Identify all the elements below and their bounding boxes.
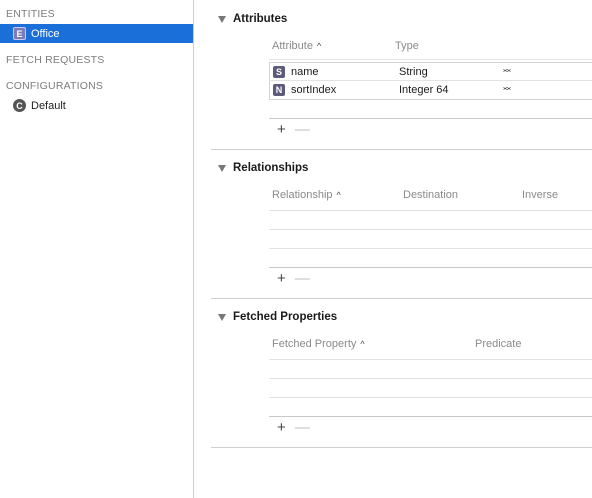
up-down-chevron-icon[interactable]: ︿ ﹀ — [503, 65, 511, 78]
add-relationship-button[interactable]: + — [277, 270, 286, 287]
section-divider — [211, 298, 592, 299]
sidebar-item-default[interactable]: C Default — [0, 96, 193, 115]
fetch-requests-header: FETCH REQUESTS — [6, 54, 105, 66]
fetched-properties-title: Fetched Properties — [233, 311, 338, 323]
attribute-name[interactable]: name — [291, 66, 319, 78]
destination-column-header[interactable]: Destination — [403, 189, 458, 201]
relationship-column-label: Relationship — [272, 189, 333, 201]
table-row[interactable]: N sortIndex Integer 64 ︿ ﹀ — [269, 81, 592, 99]
section-divider — [211, 149, 592, 150]
fetched-property-add-remove: + — — [277, 419, 310, 436]
attribute-column-label: Attribute — [272, 40, 313, 52]
header-divider — [269, 359, 592, 360]
remove-attribute-button[interactable]: — — [295, 121, 310, 138]
relationship-add-remove: + — — [277, 270, 310, 287]
row-divider — [269, 248, 592, 249]
inverse-column-header[interactable]: Inverse — [522, 189, 558, 201]
disclosure-triangle-icon[interactable] — [218, 16, 226, 23]
row-divider — [269, 378, 592, 379]
header-divider — [269, 59, 592, 60]
sidebar: ENTITIES E Office FETCH REQUESTS CONFIGU… — [0, 0, 194, 498]
attribute-add-remove: + — — [277, 121, 310, 138]
relationship-column-header[interactable]: Relationship ^ — [272, 189, 341, 201]
header-divider — [269, 210, 592, 211]
row-divider — [269, 229, 592, 230]
attributes-title: Attributes — [233, 13, 288, 25]
attribute-type[interactable]: String — [399, 66, 428, 78]
table-bottom-border — [269, 416, 592, 417]
relationships-title: Relationships — [233, 162, 309, 174]
entity-editor: Attributes Attribute ^ Type S name String… — [194, 0, 592, 498]
disclosure-triangle-icon[interactable] — [218, 314, 226, 321]
sort-ascending-icon: ^ — [360, 339, 365, 349]
attribute-name[interactable]: sortIndex — [291, 84, 336, 96]
sidebar-item-office[interactable]: E Office — [0, 24, 193, 43]
string-type-icon: S — [273, 66, 285, 78]
up-down-chevron-icon[interactable]: ︿ ﹀ — [503, 83, 511, 96]
disclosure-triangle-icon[interactable] — [218, 165, 226, 172]
configuration-icon: C — [13, 99, 26, 112]
row-divider — [269, 397, 592, 398]
type-column-header[interactable]: Type — [395, 40, 419, 52]
sort-ascending-icon: ^ — [336, 190, 341, 200]
remove-relationship-button[interactable]: — — [295, 270, 310, 287]
table-row[interactable]: S name String ︿ ﹀ — [269, 63, 592, 81]
predicate-column-header[interactable]: Predicate — [475, 338, 521, 350]
attribute-type[interactable]: Integer 64 — [399, 84, 449, 96]
attribute-column-header[interactable]: Attribute ^ — [272, 40, 321, 52]
fetched-property-column-header[interactable]: Fetched Property ^ — [272, 338, 365, 350]
table-bottom-border — [269, 267, 592, 268]
entity-icon: E — [13, 27, 26, 40]
configurations-header: CONFIGURATIONS — [6, 80, 104, 92]
entities-header: ENTITIES — [6, 8, 55, 20]
sort-ascending-icon: ^ — [316, 41, 322, 51]
number-type-icon: N — [273, 84, 285, 96]
remove-fetched-property-button[interactable]: — — [295, 419, 310, 436]
table-bottom-border — [269, 118, 592, 119]
sidebar-item-label: Office — [31, 27, 60, 40]
add-attribute-button[interactable]: + — [277, 121, 286, 138]
sidebar-item-label: Default — [31, 99, 66, 112]
fetched-property-column-label: Fetched Property — [272, 338, 357, 350]
section-divider — [211, 447, 592, 448]
add-fetched-property-button[interactable]: + — [277, 419, 286, 436]
